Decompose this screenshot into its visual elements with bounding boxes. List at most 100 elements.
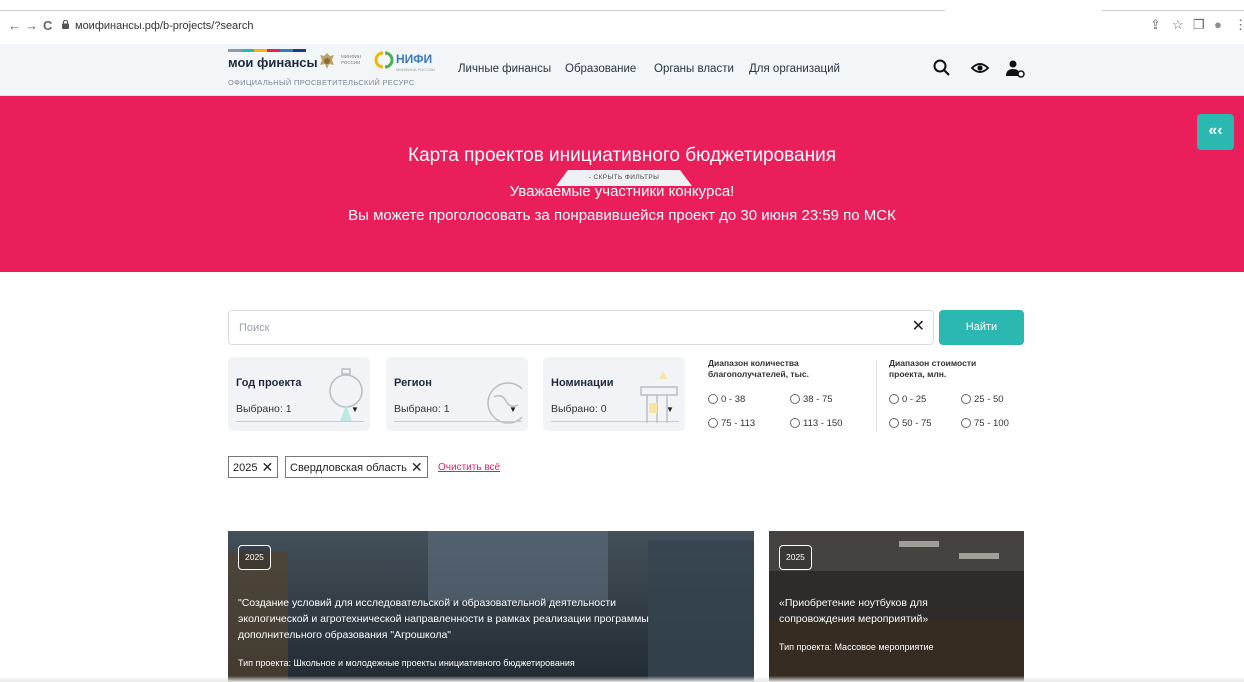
browser-toolbar: ← → C моифинансы.рф/b-projects/?search ⇪… xyxy=(0,0,1244,44)
radio-button[interactable] xyxy=(889,418,899,428)
range-title: благополучателей, тыс. xyxy=(708,369,809,379)
cost-range-group: Диапазон стоимости проекта, млн. 0 - 25 … xyxy=(889,358,1029,438)
menu-education[interactable]: Образование xyxy=(565,62,636,76)
project-year-badge: 2025 xyxy=(238,545,271,570)
radio-button[interactable] xyxy=(889,394,899,404)
site-logo[interactable]: мои финансы xyxy=(228,55,318,71)
clear-all-link[interactable]: Очистить всё xyxy=(438,461,500,474)
clear-search-icon[interactable]: ✕ xyxy=(912,318,925,336)
project-title: дополнительного образования "Агрошкола" xyxy=(238,629,452,641)
stopwatch-icon xyxy=(329,368,363,421)
remove-chip-icon[interactable]: ✕ xyxy=(411,459,423,475)
project-title: «Приобретение ноутбуков для xyxy=(779,597,928,609)
search-icon[interactable] xyxy=(930,56,954,80)
range-option-label: 0 - 25 xyxy=(902,394,927,405)
filter-title: Регион xyxy=(394,377,432,389)
filter-underline xyxy=(394,421,522,422)
forward-icon[interactable]: → xyxy=(25,18,38,34)
range-option[interactable]: 50 - 75 xyxy=(889,418,932,430)
chevron-down-icon: ▼ xyxy=(351,405,359,414)
project-card[interactable]: 2025 «Приобретение ноутбуков для сопрово… xyxy=(769,531,1024,682)
range-option-label: 0 - 38 xyxy=(721,394,746,405)
filter-year-dropdown[interactable]: Год проекта Выбрано: 1 ▼ xyxy=(228,357,370,431)
range-option-label: 75 - 100 xyxy=(974,418,1009,429)
range-option-label: 50 - 75 xyxy=(902,418,932,429)
lock-icon[interactable] xyxy=(62,20,69,29)
radio-button[interactable] xyxy=(790,394,800,404)
chip-label: 2025 xyxy=(233,462,258,474)
range-option[interactable]: 38 - 75 xyxy=(790,394,833,406)
menu-authorities[interactable]: Органы власти xyxy=(654,62,734,76)
range-title: проекта, млн. xyxy=(889,369,947,379)
range-title: Диапазон стоимости xyxy=(889,358,977,368)
filter-underline xyxy=(551,421,679,422)
tab-strip-line xyxy=(0,10,945,11)
filter-region-dropdown[interactable]: Регион Выбрано: 1 ▼ xyxy=(386,357,528,431)
nifi-subtitle: МИНФИНА РОССИИ xyxy=(396,67,435,72)
range-option-label: 38 - 75 xyxy=(803,394,833,405)
nifi-logo-text: НИФИ xyxy=(396,52,433,66)
search-input[interactable]: Поиск ✕ xyxy=(228,310,934,345)
page-title: Карта проектов инициативного бюджетирова… xyxy=(408,145,836,166)
project-title: сопровождения мероприятий» xyxy=(779,613,929,625)
menu-organizations[interactable]: Для организаций xyxy=(749,62,840,76)
logo-subtitle: ОФИЦИАЛЬНЫЙ ПРОСВЕТИТЕЛЬСКИЙ РЕСУРС xyxy=(228,78,415,87)
accessibility-eye-icon[interactable] xyxy=(968,56,992,80)
bottom-shadow xyxy=(0,676,1244,682)
filter-title: Номинации xyxy=(551,377,614,389)
side-panel-icon[interactable]: ❐ xyxy=(1193,17,1205,33)
radio-button[interactable] xyxy=(708,418,718,428)
project-year-badge: 2025 xyxy=(779,545,812,570)
range-option[interactable]: 75 - 113 xyxy=(708,418,755,430)
filter-underline xyxy=(236,421,364,422)
filter-value: Выбрано: 1 xyxy=(394,403,450,415)
range-option[interactable]: 0 - 25 xyxy=(889,394,926,406)
profile-icon[interactable]: ● xyxy=(1214,17,1222,33)
remove-chip-icon[interactable]: ✕ xyxy=(261,459,273,475)
project-type: Тип проекта: Массовое мероприятие xyxy=(779,642,934,652)
range-option-label: 113 - 150 xyxy=(803,418,843,429)
bookmark-star-icon[interactable]: ☆ xyxy=(1172,17,1184,33)
divider xyxy=(876,360,877,432)
chevron-down-icon: ▼ xyxy=(509,405,517,414)
hide-filters-button[interactable]: - СКРЫТЬ ФИЛЬТРЫ xyxy=(556,173,692,183)
active-filter-chip[interactable]: 2025 ✕ xyxy=(228,456,279,478)
globe-icon xyxy=(487,382,522,424)
logo-color-strip xyxy=(228,49,306,52)
project-title: экологической и агротехнической направле… xyxy=(238,613,649,625)
project-card[interactable]: 2025 "Создание условий для исследователь… xyxy=(228,531,754,682)
back-icon[interactable]: ← xyxy=(8,18,21,34)
filter-title: Год проекта xyxy=(236,377,302,389)
chip-label: Свердловская область xyxy=(290,462,407,474)
range-title: Диапазон количества xyxy=(708,358,799,368)
range-option[interactable]: 25 - 50 xyxy=(961,394,1004,406)
radio-button[interactable] xyxy=(790,418,800,428)
active-filter-chip[interactable]: Свердловская область ✕ xyxy=(285,456,428,478)
nifi-logo-icon xyxy=(374,51,394,69)
radio-button[interactable] xyxy=(961,394,971,404)
chevron-down-icon: ▼ xyxy=(666,405,674,414)
range-option[interactable]: 0 - 38 xyxy=(708,394,745,406)
collapse-panel-button[interactable]: «‹ xyxy=(1197,114,1234,150)
filter-value: Выбрано: 0 xyxy=(551,403,607,415)
range-option-label: 75 - 113 xyxy=(721,418,756,429)
range-option[interactable]: 75 - 100 xyxy=(961,418,1009,430)
tab-strip-line xyxy=(1102,10,1244,11)
menu-personal-finance[interactable]: Личные финансы xyxy=(458,62,551,76)
radio-button[interactable] xyxy=(961,418,971,428)
minfin-emblem-icon xyxy=(320,53,334,69)
project-type: Тип проекта: Школьное и молодежные проек… xyxy=(238,658,575,668)
radio-button[interactable] xyxy=(708,394,718,404)
address-bar[interactable]: моифинансы.рф/b-projects/?search xyxy=(75,19,253,33)
range-option[interactable]: 113 - 150 xyxy=(790,418,842,430)
browser-menu-icon[interactable]: ⋮ xyxy=(1234,17,1244,33)
filter-nominations-dropdown[interactable]: Номинации Выбрано: 0 ▼ xyxy=(543,357,685,431)
project-title: "Создание условий для исследовательской … xyxy=(238,597,617,609)
user-login-icon[interactable] xyxy=(1003,56,1027,80)
hero-subtitle: Вы можете проголосовать за понравившейся… xyxy=(348,207,896,224)
reload-icon[interactable]: C xyxy=(43,18,52,34)
site-header: мои финансы ОФИЦИАЛЬНЫЙ ПРОСВЕТИТЕЛЬСКИЙ… xyxy=(0,44,1244,96)
share-icon[interactable]: ⇪ xyxy=(1150,17,1161,33)
minfin-label: МИНФИН РОССИИ xyxy=(341,54,362,65)
search-button[interactable]: Найти xyxy=(939,310,1024,345)
